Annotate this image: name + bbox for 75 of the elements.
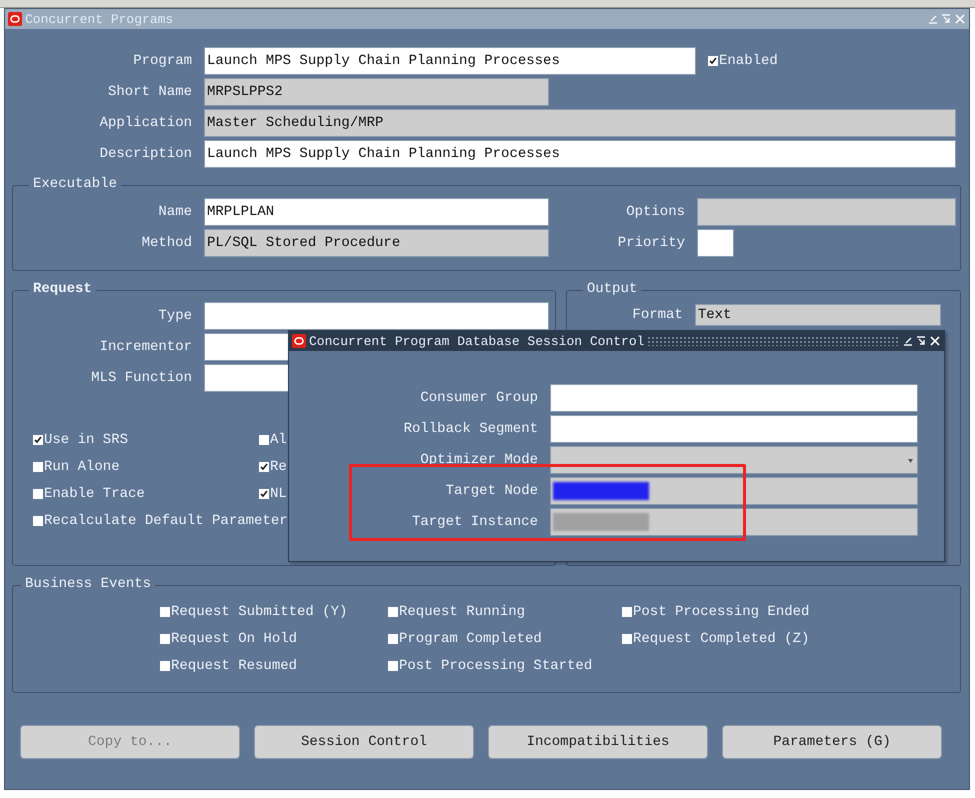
checkbox[interactable]	[622, 607, 632, 617]
checkbox-label[interactable]: NL	[270, 486, 287, 502]
input-field[interactable]: Launch MPS Supply Chain Planning Processes	[204, 47, 696, 75]
input-field[interactable]	[550, 384, 918, 412]
action-button[interactable]: Parameters (G)	[722, 725, 942, 759]
input-field[interactable]	[550, 415, 918, 443]
input-field[interactable]: Launch MPS Supply Chain Planning Processes	[204, 140, 956, 168]
field-label: Type	[157, 308, 192, 324]
checkbox[interactable]	[33, 489, 43, 499]
field-label: Name	[157, 204, 192, 220]
field-label: Optimizer Mode	[419, 452, 538, 468]
checkbox[interactable]	[388, 661, 398, 671]
checkbox[interactable]	[33, 462, 43, 472]
dropdown-field[interactable]	[550, 446, 918, 474]
checkbox-label[interactable]: Request Completed (Z)	[633, 631, 810, 647]
checkbox-label[interactable]: Program Completed	[399, 631, 542, 647]
window-controls-icon[interactable]	[903, 335, 941, 347]
field-label: Options	[625, 204, 685, 220]
field-label: MLS Function	[90, 370, 192, 386]
checkbox[interactable]	[160, 634, 170, 644]
input-field[interactable]	[697, 229, 734, 257]
checkbox-label[interactable]: Recalculate Default Parameter	[44, 513, 288, 529]
checkbox-label[interactable]: Use in SRS	[44, 432, 128, 448]
checkbox-label[interactable]: Re	[270, 459, 287, 475]
action-button[interactable]: Session Control	[254, 725, 474, 759]
field-label: Description	[98, 146, 192, 162]
field-label: Target Node	[444, 483, 538, 499]
input-field[interactable]	[204, 302, 549, 330]
checkbox[interactable]	[622, 634, 632, 644]
checkbox[interactable]	[388, 607, 398, 617]
field-label: Application	[98, 115, 192, 131]
checkbox-label[interactable]: Enable Trace	[44, 486, 145, 502]
readonly-field[interactable]: MRPSLPPS2	[204, 78, 549, 106]
app-logo-icon	[292, 334, 306, 348]
field-label: Format	[631, 307, 683, 323]
checkbox[interactable]	[259, 462, 269, 472]
checkbox-label[interactable]: Post Processing Started	[399, 658, 592, 674]
action-button[interactable]: Incompatibilities	[488, 725, 708, 759]
checkbox[interactable]	[160, 661, 170, 671]
field-label: Short Name	[106, 84, 192, 100]
field-label: Priority	[616, 235, 685, 251]
readonly-field[interactable]: Master Scheduling/MRP	[204, 109, 956, 137]
checkbox[interactable]	[33, 516, 43, 526]
checkbox[interactable]	[160, 607, 170, 617]
checkbox[interactable]	[259, 489, 269, 499]
checkbox-label[interactable]: Request On Hold	[171, 631, 298, 647]
checkbox-label[interactable]: Post Processing Ended	[633, 604, 810, 620]
group-title: Request	[29, 281, 96, 297]
checkbox[interactable]	[388, 634, 398, 644]
dialog-title: Concurrent Program Database Session Control	[309, 334, 644, 348]
field-label: Program	[132, 53, 192, 69]
field-label: Target Instance	[410, 514, 538, 530]
checkbox[interactable]	[33, 435, 43, 445]
checkbox-label[interactable]: Enabled	[719, 53, 778, 69]
checkbox-label[interactable]: Request Resumed	[171, 658, 298, 674]
field-label: Method	[140, 235, 192, 251]
checkbox[interactable]	[259, 435, 269, 445]
dropdown-arrow-icon[interactable]	[908, 459, 913, 463]
field-label: Consumer Group	[419, 390, 538, 406]
app-logo-icon	[8, 12, 22, 26]
group-title: Output	[582, 281, 642, 297]
window-title: Concurrent Programs	[25, 12, 174, 26]
input-field[interactable]: MRPLPLAN	[204, 198, 549, 226]
readonly-field[interactable]	[550, 508, 918, 536]
readonly-field[interactable]: PL/SQL Stored Procedure	[204, 229, 549, 257]
field-label: Incrementor	[98, 339, 192, 355]
dropdown-field[interactable]: Text	[694, 304, 941, 326]
checkbox-label[interactable]: Request Running	[399, 604, 526, 620]
checkbox-label[interactable]: Al	[270, 432, 287, 448]
checkbox-label[interactable]: Request Submitted (Y)	[171, 604, 348, 620]
readonly-field[interactable]	[697, 198, 956, 226]
checkbox-label[interactable]: Run Alone	[44, 459, 120, 475]
field-label: Rollback Segment	[402, 421, 538, 437]
checkbox[interactable]	[708, 56, 718, 66]
readonly-field[interactable]	[550, 477, 918, 505]
